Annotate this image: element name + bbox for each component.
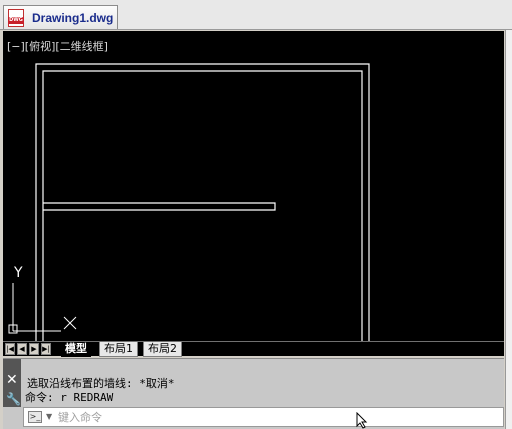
first-layout-button[interactable]: |◀ (5, 343, 15, 355)
mouse-pointer-icon (356, 412, 368, 429)
tab-model[interactable]: 模型 (61, 342, 91, 357)
vertical-scrollbar[interactable] (505, 30, 512, 429)
previous-layout-button[interactable]: ◀ (17, 343, 27, 355)
command-input[interactable] (58, 409, 488, 425)
tab-layout1[interactable]: 布局1 (99, 342, 138, 357)
tab-layout2[interactable]: 布局2 (143, 342, 182, 357)
drawing-canvas: Y (8, 63, 370, 341)
command-line-panel: ✕ 🔧 选取沿线布置的墙线: *取消* 命令: r REDRAW >_ ▼ (3, 358, 504, 429)
command-input-row: >_ ▼ (23, 407, 504, 427)
drawing-viewport[interactable]: [−][俯视][二维线框] Y (3, 31, 504, 341)
command-history-line: 命令: r REDRAW (25, 391, 114, 404)
layout-tab-bar: |◀ ◀ ▶ ▶| 模型 布局1 布局2 (3, 341, 504, 357)
dwg-file-icon: DWG (8, 8, 24, 27)
last-layout-button[interactable]: ▶| (41, 343, 51, 355)
wall-drawing (35, 63, 370, 341)
ucs-y-label: Y (13, 265, 23, 281)
command-prompt-icon[interactable]: >_ (28, 411, 42, 423)
document-tab[interactable]: DWG Drawing1.dwg (3, 5, 118, 29)
wrench-icon[interactable]: 🔧 (6, 393, 21, 405)
document-tab-bar: DWG Drawing1.dwg (0, 0, 512, 30)
close-icon[interactable]: ✕ (6, 373, 18, 387)
next-layout-button[interactable]: ▶ (29, 343, 39, 355)
command-line-sidebar: ✕ 🔧 (3, 359, 21, 407)
chevron-down-icon[interactable]: ▼ (46, 412, 52, 421)
document-tab-label: Drawing1.dwg (32, 10, 114, 25)
